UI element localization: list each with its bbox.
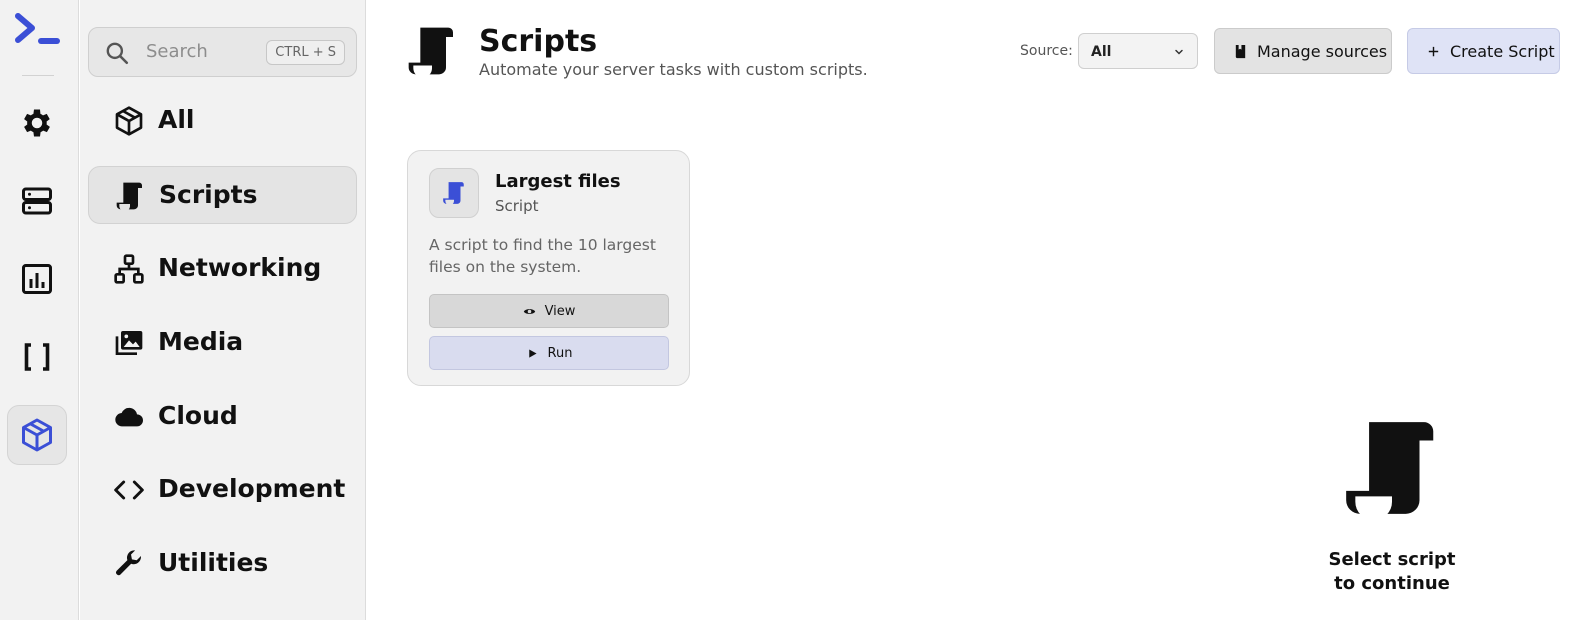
scroll-icon bbox=[443, 182, 464, 206]
sidebar-item-all[interactable]: All bbox=[88, 92, 357, 150]
script-card-title: Largest files bbox=[495, 171, 621, 192]
search-input[interactable]: Search CTRL + S bbox=[88, 27, 357, 77]
package-icon bbox=[115, 106, 143, 136]
script-card-icon-box bbox=[429, 168, 479, 218]
empty-state-message: Select script to continue bbox=[1322, 548, 1462, 596]
view-button-label: View bbox=[544, 303, 576, 319]
code-icon bbox=[114, 480, 144, 500]
wrench-icon bbox=[116, 550, 142, 576]
sidebar-item-label: Networking bbox=[158, 253, 322, 282]
book-icon bbox=[1235, 44, 1246, 59]
source-select-value: All bbox=[1091, 44, 1112, 60]
sidebar-item-label: Development bbox=[158, 474, 346, 503]
network-icon bbox=[114, 254, 144, 284]
chevron-down-icon bbox=[1175, 49, 1183, 55]
create-script-label: Create Script bbox=[1450, 42, 1555, 61]
play-icon bbox=[528, 348, 537, 358]
empty-state-line-1: Select script bbox=[1328, 549, 1456, 570]
rail-brackets-button[interactable] bbox=[7, 327, 67, 387]
scroll-icon bbox=[116, 182, 142, 212]
sidebar-item-media[interactable]: Media bbox=[88, 314, 357, 372]
search-icon bbox=[106, 42, 129, 65]
icon-rail bbox=[0, 0, 79, 620]
page-subtitle: Automate your server tasks with custom s… bbox=[479, 60, 868, 79]
terminal-logo-icon[interactable] bbox=[14, 12, 62, 52]
rail-settings-button[interactable] bbox=[7, 93, 67, 153]
empty-state-line-2: to continue bbox=[1334, 573, 1450, 594]
sidebar-item-label: All bbox=[158, 105, 195, 134]
rail-divider bbox=[22, 75, 54, 76]
rail-servers-button[interactable] bbox=[7, 171, 67, 231]
brackets-icon bbox=[24, 343, 50, 371]
server-icon bbox=[22, 187, 52, 215]
sidebar-item-networking[interactable]: Networking bbox=[88, 240, 357, 298]
sidebar: Search CTRL + S All Scripts Networking M… bbox=[80, 0, 366, 620]
sidebar-item-utilities[interactable]: Utilities bbox=[88, 535, 357, 593]
gear-icon bbox=[24, 109, 50, 137]
chart-icon bbox=[22, 264, 52, 294]
create-script-button[interactable]: Create Script bbox=[1407, 28, 1560, 74]
sidebar-item-cloud[interactable]: Cloud bbox=[88, 388, 357, 446]
sidebar-item-label: Cloud bbox=[158, 401, 238, 430]
manage-sources-button[interactable]: Manage sources bbox=[1214, 28, 1392, 74]
plus-icon bbox=[1428, 46, 1439, 57]
rail-packages-button[interactable] bbox=[7, 405, 67, 465]
page-title: Scripts bbox=[479, 24, 598, 59]
images-icon bbox=[115, 331, 143, 355]
source-select[interactable]: All bbox=[1078, 33, 1198, 69]
run-button[interactable]: Run bbox=[429, 336, 669, 370]
main-content: Scripts Automate your server tasks with … bbox=[367, 0, 1572, 620]
sidebar-item-label: Scripts bbox=[159, 180, 258, 209]
eye-icon bbox=[523, 308, 535, 314]
manage-sources-label: Manage sources bbox=[1257, 42, 1388, 61]
sidebar-item-label: Utilities bbox=[158, 548, 269, 577]
script-card-type: Script bbox=[495, 197, 539, 215]
script-card-description: A script to find the 10 largest files on… bbox=[429, 236, 656, 276]
search-placeholder: Search bbox=[146, 41, 208, 62]
cloud-icon bbox=[115, 407, 143, 427]
source-label: Source: bbox=[1020, 43, 1073, 59]
sidebar-item-label: Media bbox=[158, 327, 244, 356]
rail-stats-button[interactable] bbox=[7, 249, 67, 309]
package-icon bbox=[22, 418, 52, 452]
scroll-icon bbox=[408, 27, 453, 78]
view-button[interactable]: View bbox=[429, 294, 669, 328]
script-card[interactable]: Largest files Script A script to find th… bbox=[407, 150, 690, 386]
sidebar-item-scripts[interactable]: Scripts bbox=[88, 166, 357, 224]
search-shortcut-badge: CTRL + S bbox=[266, 40, 345, 65]
run-button-label: Run bbox=[547, 345, 573, 361]
sidebar-item-development[interactable]: Development bbox=[88, 461, 357, 519]
scroll-icon bbox=[1346, 422, 1434, 521]
